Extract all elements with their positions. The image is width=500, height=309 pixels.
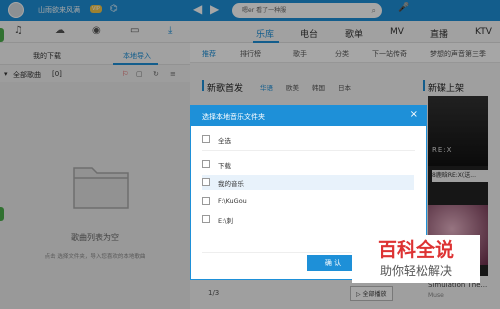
watermark-subtitle: 助你轻松解决	[379, 264, 452, 278]
divider	[202, 150, 415, 151]
folder-label: 下载	[218, 162, 231, 170]
select-all-row[interactable]: 全选	[202, 132, 414, 147]
folder-label: 我的音乐	[218, 180, 244, 188]
folder-checkbox[interactable]	[202, 178, 210, 186]
select-all-checkbox[interactable]	[202, 135, 210, 143]
folder-checkbox[interactable]	[202, 197, 210, 205]
folder-label: E:\刺	[218, 217, 233, 225]
folder-checkbox[interactable]	[202, 215, 210, 223]
folder-label: F:\KuGou	[218, 197, 247, 205]
folder-row[interactable]: 下载	[202, 157, 414, 172]
folder-checkbox[interactable]	[202, 160, 210, 168]
select-all-label: 全选	[218, 137, 231, 145]
watermark: 百科全说 助你轻松解决	[352, 235, 480, 283]
watermark-title: 百科全说	[377, 239, 454, 261]
close-icon[interactable]: ×	[410, 109, 418, 120]
folder-row[interactable]: E:\刺	[202, 212, 414, 227]
folder-row[interactable]: F:\KuGou	[202, 194, 414, 209]
folder-row[interactable]: 我的音乐	[202, 175, 414, 190]
dialog-header: 选择本地音乐文件夹 ×	[191, 106, 426, 126]
dialog-title: 选择本地音乐文件夹	[202, 113, 265, 121]
